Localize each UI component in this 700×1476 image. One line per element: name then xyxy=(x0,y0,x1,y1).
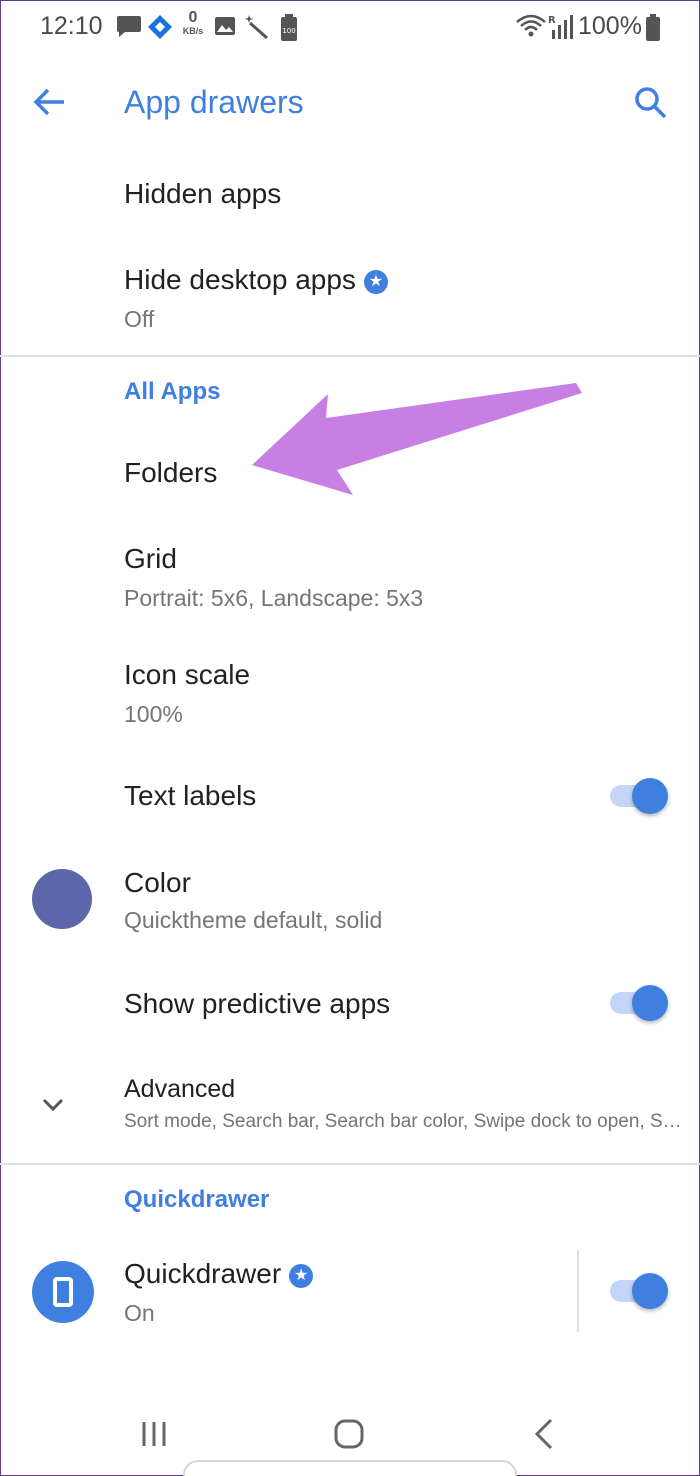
chevron-down-icon xyxy=(42,1098,64,1112)
gesture-pill xyxy=(183,1460,517,1476)
magic-wand-icon xyxy=(245,15,268,40)
app-diamond-icon xyxy=(148,15,172,39)
setting-title: Icon scale xyxy=(124,659,251,690)
toggle-thumb xyxy=(632,985,668,1021)
battery-icon xyxy=(646,14,660,41)
speed-unit: KB/s xyxy=(182,26,204,36)
setting-subtitle: Sort mode, Search bar, Search bar color,… xyxy=(124,1111,682,1132)
status-time: 12:10 xyxy=(40,12,103,40)
setting-subtitle: On xyxy=(124,1300,155,1326)
setting-quickdrawer[interactable]: Quickdrawer ★ On xyxy=(0,1240,700,1345)
setting-title: Grid xyxy=(124,543,177,574)
image-icon xyxy=(215,17,235,35)
battery-saver-icon: 100 xyxy=(281,14,297,41)
svg-text:100: 100 xyxy=(282,27,295,35)
search-icon[interactable] xyxy=(630,82,670,122)
home-icon[interactable] xyxy=(329,1414,369,1454)
battery-percent: 100% xyxy=(578,12,642,40)
setting-title: Quickdrawer xyxy=(124,1258,282,1289)
setting-title-wrap: Hide desktop apps ★ xyxy=(124,264,388,296)
setting-text-labels[interactable]: Text labels xyxy=(0,749,700,845)
setting-title: Text labels xyxy=(124,780,257,811)
setting-title-wrap: Quickdrawer ★ xyxy=(124,1258,314,1290)
section-header-all-apps: All Apps xyxy=(124,378,221,405)
setting-show-predictive-apps[interactable]: Show predictive apps xyxy=(0,960,700,1055)
setting-title: Advanced xyxy=(124,1075,236,1103)
network-speed: 0 KB/s xyxy=(178,10,208,36)
section-divider xyxy=(0,1163,700,1165)
page-title: App drawers xyxy=(124,84,304,120)
recent-apps-icon[interactable] xyxy=(134,1414,174,1454)
toggle-thumb xyxy=(632,778,668,814)
setting-hide-desktop-apps[interactable]: Hide desktop apps ★ Off xyxy=(0,240,700,355)
setting-title: Hidden apps xyxy=(124,178,282,209)
setting-advanced[interactable]: Advanced Sort mode, Search bar, Search b… xyxy=(0,1055,700,1163)
vertical-separator xyxy=(577,1250,579,1332)
wifi-icon xyxy=(516,14,546,37)
setting-icon-scale[interactable]: Icon scale 100% xyxy=(0,633,700,749)
speed-value: 0 xyxy=(188,9,198,26)
predictive-apps-toggle[interactable] xyxy=(608,983,668,1023)
text-labels-toggle[interactable] xyxy=(608,776,668,816)
premium-star-icon: ★ xyxy=(289,1264,314,1288)
setting-subtitle: Quicktheme default, solid xyxy=(124,907,383,933)
nav-back-icon[interactable] xyxy=(525,1414,565,1454)
setting-subtitle: Portrait: 5x6, Landscape: 5x3 xyxy=(124,585,424,611)
quickdrawer-toggle[interactable] xyxy=(608,1271,668,1311)
signal-icon: R xyxy=(548,15,573,39)
quickdrawer-icon-glyph xyxy=(53,1277,73,1307)
back-arrow-icon[interactable] xyxy=(30,82,70,122)
quickdrawer-icon xyxy=(32,1261,94,1323)
setting-folders[interactable]: Folders xyxy=(0,425,700,517)
toggle-thumb xyxy=(632,1273,668,1309)
setting-title: Folders xyxy=(124,457,218,488)
setting-hidden-apps[interactable]: Hidden apps xyxy=(0,150,700,240)
setting-title: Hide desktop apps xyxy=(124,264,356,295)
setting-subtitle: 100% xyxy=(124,701,183,727)
setting-title: Show predictive apps xyxy=(124,988,391,1019)
message-icon xyxy=(117,16,141,37)
setting-title: Color xyxy=(124,867,191,898)
app-bar: App drawers xyxy=(0,60,700,144)
premium-star-icon: ★ xyxy=(363,270,388,294)
setting-color[interactable]: Color Quicktheme default, solid xyxy=(0,845,700,960)
setting-subtitle: Off xyxy=(124,306,155,332)
setting-grid[interactable]: Grid Portrait: 5x6, Landscape: 5x3 xyxy=(0,517,700,633)
section-header-quickdrawer: Quickdrawer xyxy=(124,1186,270,1213)
svg-text:R: R xyxy=(548,15,556,26)
color-swatch xyxy=(32,869,92,929)
section-divider xyxy=(0,355,700,357)
status-bar: 12:10 0 KB/s 100 R 100% xyxy=(0,0,700,56)
